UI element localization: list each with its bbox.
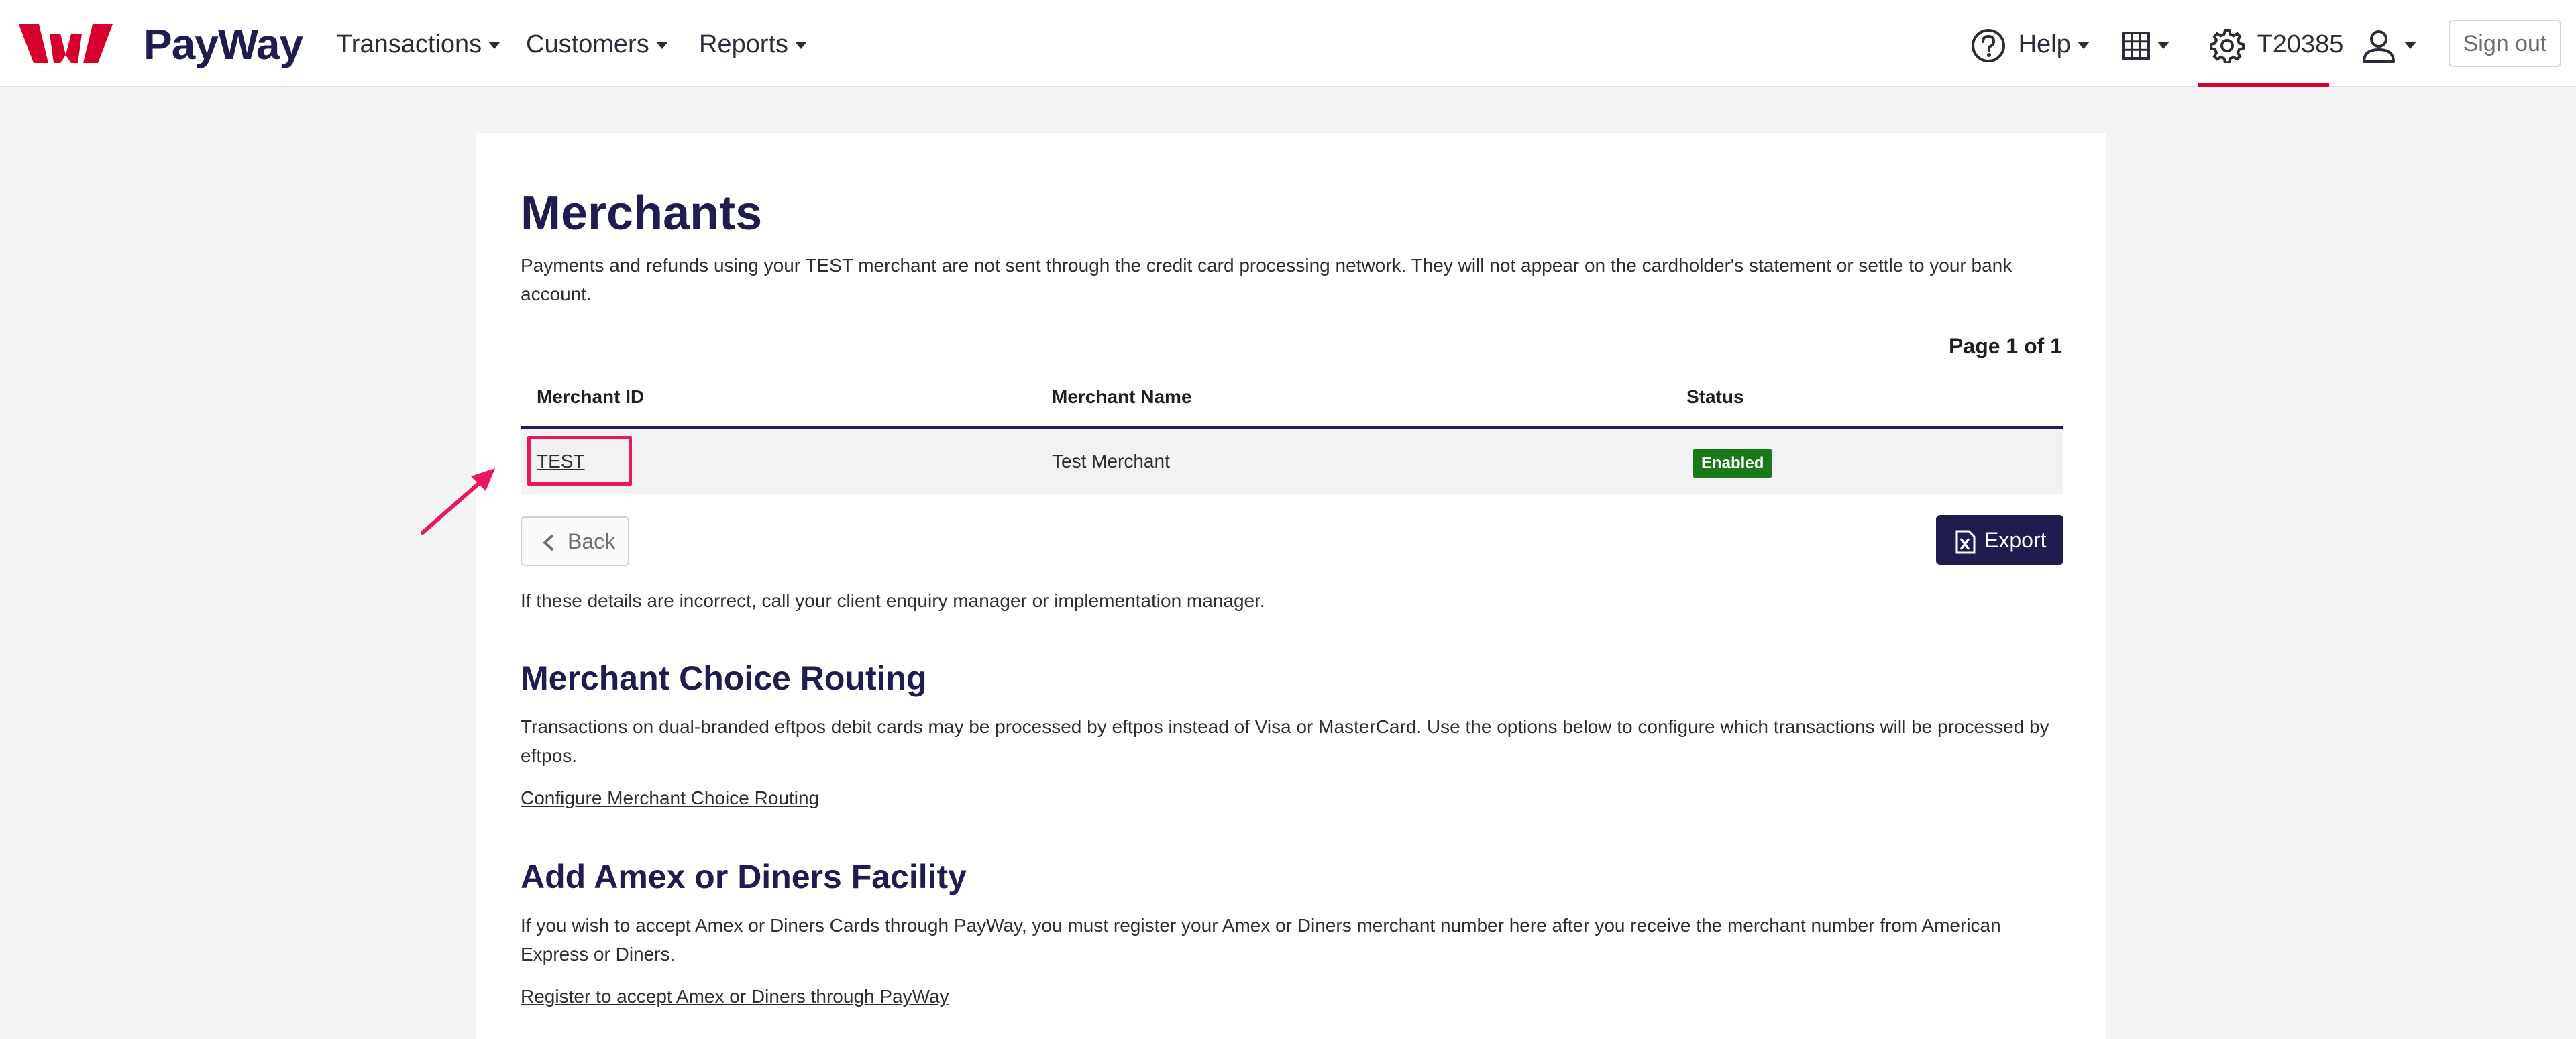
user-icon [2363,30,2395,63]
active-tab-indicator [2198,83,2329,87]
nav-reports[interactable]: Reports [699,24,808,64]
export-button[interactable]: Export [1936,515,2063,565]
table-header: Merchant ID Merchant Name Status [521,377,2063,429]
chevron-down-icon [795,42,808,50]
chevron-down-icon [2404,42,2416,50]
routing-heading: Merchant Choice Routing [521,659,927,697]
chevron-down-icon [655,42,668,50]
chevron-down-icon [488,42,501,50]
configure-routing-link[interactable]: Configure Merchant Choice Routing [521,787,819,809]
details-note: If these details are incorrect, call you… [521,590,1265,611]
merchants-card: Merchants Payments and refunds using you… [476,133,2106,1039]
merchants-table: Merchant ID Merchant Name Status TEST Te… [521,377,2063,494]
table-row: TEST Test Merchant Enabled [521,429,2063,494]
nav-reports-label: Reports [699,30,789,58]
merchant-account-label: T20385 [2257,30,2344,58]
amex-text: If you wish to accept Amex or Diners Car… [521,915,2001,965]
sign-out-button[interactable]: Sign out [2449,20,2561,67]
top-navigation: PayWay Transactions Customers Reports He… [0,0,2576,87]
back-label: Back [568,529,616,553]
register-amex-link[interactable]: Register to accept Amex or Diners throug… [521,986,949,1007]
column-merchant-name[interactable]: Merchant Name [1052,386,1192,408]
excel-icon [1955,530,1976,554]
page-title: Merchants [521,186,763,240]
help-menu[interactable]: Help [1971,24,2090,64]
export-label: Export [1984,528,2047,552]
routing-text: Transactions on dual-branded eftpos debi… [521,716,2049,766]
gear-icon [2210,28,2245,63]
nav-customers-label: Customers [526,30,649,58]
back-button[interactable]: Back [521,516,629,566]
pointer-arrow-icon [421,468,495,535]
chevron-left-icon [543,534,554,551]
settings-menu[interactable]: T20385 [2210,24,2343,64]
intro-text: Payments and refunds using your TEST mer… [521,255,2012,305]
help-icon [1972,28,2005,62]
chevron-down-icon [2077,42,2090,50]
nav-transactions-label: Transactions [337,30,482,58]
nav-customers[interactable]: Customers [526,24,668,64]
apps-menu[interactable] [2121,24,2169,64]
chevron-down-icon [2157,42,2169,50]
column-merchant-id[interactable]: Merchant ID [537,386,644,408]
status-badge: Enabled [1693,449,1772,478]
merchant-name-cell: Test Merchant [1052,451,1170,472]
page-indicator: Page 1 of 1 [1949,334,2062,358]
westpac-logo-icon[interactable] [19,24,113,63]
column-status[interactable]: Status [1686,386,1744,408]
brand-name[interactable]: PayWay [144,17,303,71]
merchant-id-link[interactable]: TEST [537,451,585,472]
grid-icon [2122,31,2150,60]
nav-transactions[interactable]: Transactions [337,24,501,64]
help-label: Help [2018,30,2071,58]
amex-heading: Add Amex or Diners Facility [521,858,967,895]
user-menu[interactable] [2360,24,2416,64]
